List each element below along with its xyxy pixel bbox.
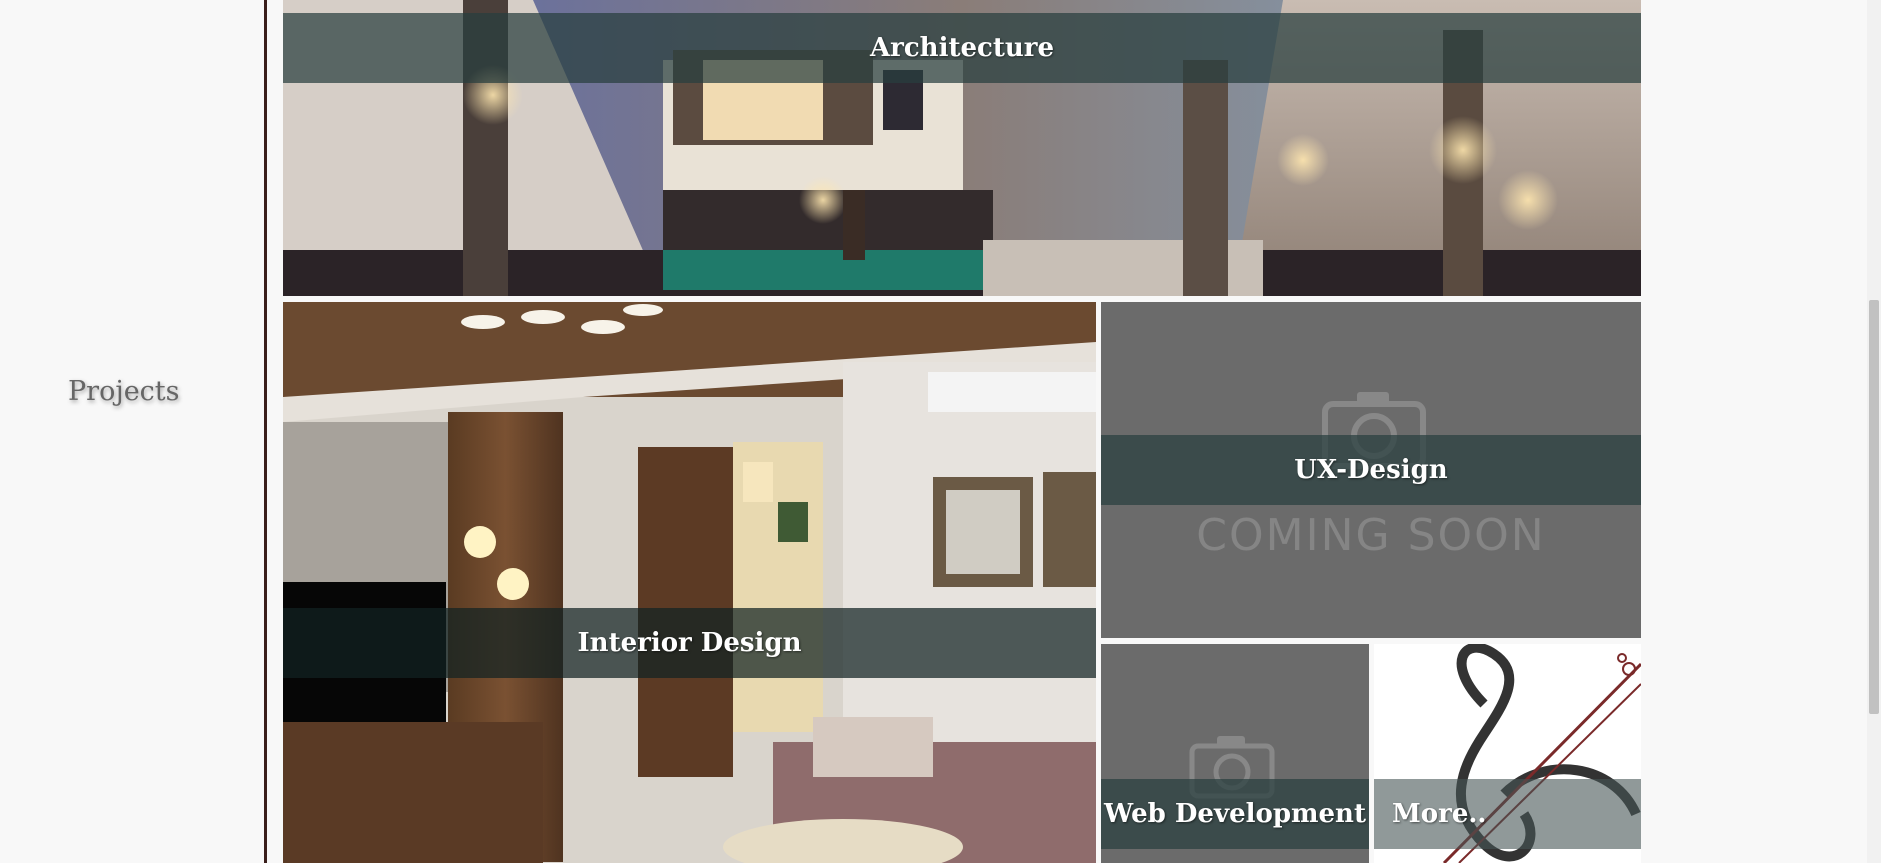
tile-label-more: More.. [1374,779,1641,849]
tile-label-architecture: Architecture [283,13,1641,83]
project-tile-more[interactable]: More.. [1374,644,1641,863]
project-tile-web-development[interactable]: Web Development [1101,644,1369,863]
project-tile-ux-design[interactable]: COMING SOON UX-Design [1101,302,1641,638]
section-label-projects: Projects [68,376,180,407]
tile-label-interior-design: Interior Design [283,608,1096,678]
scrollbar-thumb[interactable] [1869,300,1879,714]
project-tile-architecture[interactable]: Architecture [283,0,1641,296]
scrollbar-track[interactable] [1867,0,1881,863]
interior-design-image [283,302,1096,863]
project-tile-interior-design[interactable]: Interior Design [283,302,1096,863]
tile-label-web-development: Web Development [1101,779,1369,849]
tile-label-ux-design: UX-Design [1101,435,1641,505]
vertical-divider [264,0,267,863]
coming-soon-placeholder: COMING SOON [1196,510,1546,561]
